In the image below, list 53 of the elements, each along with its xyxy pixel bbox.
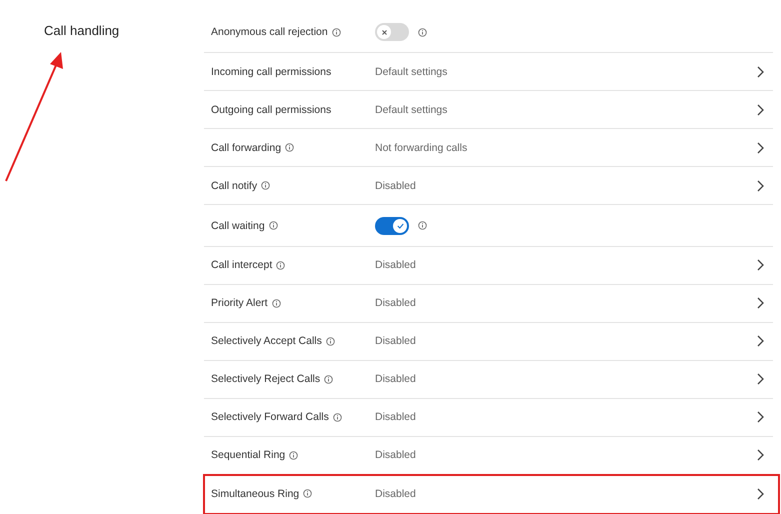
chevron-right-icon[interactable] xyxy=(757,449,764,462)
info-icon[interactable] xyxy=(324,374,334,384)
setting-value: Disabled xyxy=(375,488,417,500)
setting-label: Selectively Reject Calls xyxy=(211,373,320,386)
chevron-right-icon[interactable] xyxy=(757,259,764,272)
info-icon[interactable] xyxy=(326,336,335,346)
toggle-switch[interactable] xyxy=(375,23,409,42)
chevron-right-icon[interactable] xyxy=(757,373,764,386)
info-icon[interactable] xyxy=(268,221,278,230)
info-icon[interactable] xyxy=(276,260,286,270)
info-icon[interactable] xyxy=(272,298,281,308)
chevron-right-icon[interactable] xyxy=(757,411,764,424)
setting-label: Call notify xyxy=(211,180,258,192)
setting-label: Call intercept xyxy=(211,259,272,272)
setting-label: Call forwarding xyxy=(211,142,282,154)
setting-label: Simultaneous Ring xyxy=(211,488,300,500)
setting-label: Priority Alert xyxy=(211,297,268,310)
chevron-right-icon[interactable] xyxy=(757,488,764,500)
setting-value: Disabled xyxy=(375,373,417,386)
info-icon[interactable] xyxy=(285,143,294,152)
setting-value: Disabled xyxy=(375,297,417,310)
check-icon xyxy=(396,222,404,228)
chevron-right-icon[interactable] xyxy=(757,142,764,154)
setting-value: Default settings xyxy=(375,104,448,116)
setting-value: Not forwarding calls xyxy=(375,142,468,154)
setting-label: Anonymous call rejection xyxy=(211,26,328,38)
setting-label: Incoming call permissions xyxy=(211,66,332,78)
chevron-right-icon[interactable] xyxy=(757,180,764,192)
setting-value: Disabled xyxy=(375,335,417,348)
toggle-switch[interactable] xyxy=(375,216,409,234)
setting-label: Sequential Ring xyxy=(211,449,286,462)
chevron-right-icon[interactable] xyxy=(757,104,764,116)
chevron-right-icon[interactable] xyxy=(757,297,764,310)
setting-value: Disabled xyxy=(375,449,417,462)
info-icon[interactable] xyxy=(303,489,312,498)
setting-label: Selectively Accept Calls xyxy=(211,335,322,348)
section-title: Call handling xyxy=(44,23,120,38)
setting-label: Call waiting xyxy=(211,220,265,232)
info-icon[interactable] xyxy=(332,28,341,37)
info-icon[interactable] xyxy=(418,28,427,37)
info-icon[interactable] xyxy=(332,412,342,422)
setting-value: Disabled xyxy=(375,411,417,424)
x-icon xyxy=(382,30,386,35)
chevron-right-icon[interactable] xyxy=(757,335,764,348)
info-icon[interactable] xyxy=(418,221,427,230)
setting-value: Disabled xyxy=(375,259,417,272)
setting-value: Disabled xyxy=(375,180,417,192)
info-icon[interactable] xyxy=(289,450,298,460)
setting-label: Outgoing call permissions xyxy=(211,104,332,116)
chevron-right-icon[interactable] xyxy=(757,66,764,78)
info-icon[interactable] xyxy=(261,181,270,190)
setting-label: Selectively Forward Calls xyxy=(211,411,329,424)
setting-value: Default settings xyxy=(375,66,448,78)
